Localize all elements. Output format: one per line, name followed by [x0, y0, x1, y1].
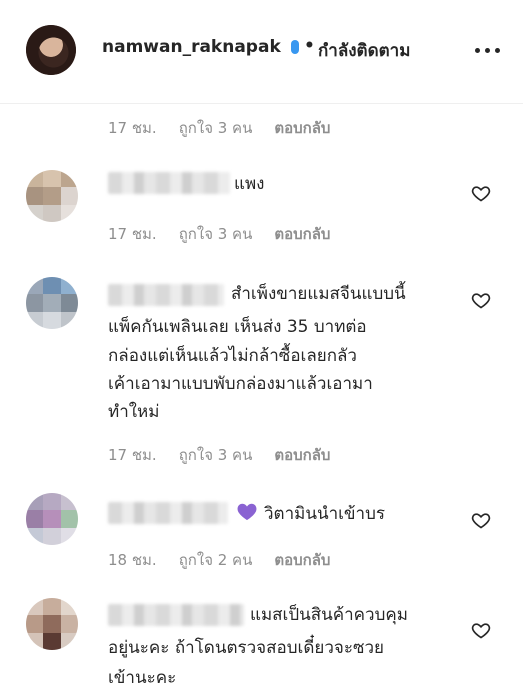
like-heart-icon[interactable] — [471, 290, 491, 310]
blurred-username[interactable] — [108, 284, 224, 306]
verified-badge-icon — [291, 40, 299, 54]
comment-time: 17 ชม. — [108, 225, 157, 243]
comment-text: วิตามินนำเข้าบร — [264, 504, 386, 524]
comment-text-line: แพ็คกันเพลินเลย เห็นส่ง 35 บาทต่อ — [108, 317, 367, 337]
comment-text-line: สำเพ็งขายแมสจีนแบบนี้ — [231, 284, 406, 304]
comment-likes[interactable]: ถูกใจ 3 คน — [179, 443, 253, 467]
like-heart-icon[interactable] — [471, 183, 491, 203]
comment-likes[interactable]: ถูกใจ 3 คน — [179, 222, 253, 246]
comment-likes[interactable]: ถูกใจ 3 คน — [179, 116, 253, 140]
account-avatar[interactable] — [26, 25, 76, 75]
reply-button[interactable]: ตอบกลับ — [274, 116, 330, 140]
comment-time: 18 ชม. — [108, 551, 157, 569]
comment-text-line: อยู่นะคะ ถ้าโดนตรวจสอบเดี๋ยวจะซวย — [108, 638, 385, 658]
commenter-avatar[interactable] — [26, 277, 78, 329]
reply-button[interactable]: ตอบกลับ — [274, 548, 330, 572]
separator-dot: • — [304, 36, 315, 56]
comment-meta: 18 ชม. ถูกใจ 2 คน ตอบกลับ — [108, 548, 352, 572]
comment-text-line: เข้านะคะ — [108, 668, 177, 688]
comment-time: 17 ชม. — [108, 446, 157, 464]
comment-text-line: แมสเป็นสินค้าควบคุม — [250, 605, 408, 625]
purple-heart-emoji — [237, 503, 257, 521]
like-heart-icon[interactable] — [471, 620, 491, 640]
blurred-username[interactable] — [108, 604, 244, 626]
comment-time: 17 ชม. — [108, 119, 157, 137]
comment-text: แพง — [234, 174, 265, 194]
post-header: namwan_raknapak • กำลังติดตาม — [0, 0, 523, 104]
blurred-username[interactable] — [108, 172, 230, 194]
commenter-avatar[interactable] — [26, 493, 78, 545]
reply-button[interactable]: ตอบกลับ — [274, 222, 330, 246]
commenter-avatar[interactable] — [26, 598, 78, 650]
reply-button[interactable]: ตอบกลับ — [274, 443, 330, 467]
account-username[interactable]: namwan_raknapak — [102, 37, 281, 57]
blurred-username[interactable] — [108, 502, 228, 524]
comment-text-line: เค้าเอามาแบบพับกล่องมาแล้วเอามา — [108, 374, 373, 394]
comment-text-line: กล่องแต่เห็นแล้วไม่กล้าซื้อเลยกลัว — [108, 346, 357, 366]
comment-text-line: ทำใหม่ — [108, 402, 160, 422]
comment-likes[interactable]: ถูกใจ 2 คน — [179, 548, 253, 572]
comment-meta: 17 ชม. ถูกใจ 3 คน ตอบกลับ — [108, 222, 352, 246]
comment-meta: 17 ชม. ถูกใจ 3 คน ตอบกลับ — [108, 443, 352, 467]
like-heart-icon[interactable] — [471, 510, 491, 530]
more-options-icon[interactable] — [475, 48, 501, 54]
following-button[interactable]: กำลังติดตาม — [318, 37, 410, 64]
comment-meta: 17 ชม. ถูกใจ 3 คน ตอบกลับ — [108, 116, 352, 140]
commenter-avatar[interactable] — [26, 170, 78, 222]
